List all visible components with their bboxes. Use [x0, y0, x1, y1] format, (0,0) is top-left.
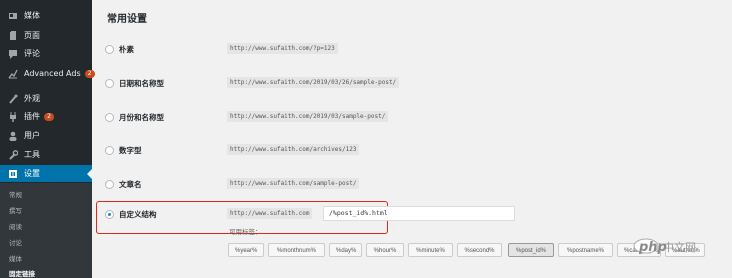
option-label-day-name: 日期和名称型 — [119, 79, 164, 88]
option-example-url: http://www.sufaith.com/2019/03/26/sample… — [227, 77, 400, 88]
tag-button-post-id[interactable]: %post_id% — [508, 243, 554, 257]
pages-icon — [8, 30, 18, 41]
tag-button-hour[interactable]: %hour% — [366, 243, 404, 257]
option-example-url: http://www.sufaith.com/2019/03/sample-po… — [227, 111, 389, 122]
option-example-url: http://www.sufaith.com/archives/123 — [227, 144, 360, 155]
tag-button-year[interactable]: %year% — [228, 243, 264, 257]
tag-button-second[interactable]: %second% — [457, 243, 502, 257]
sidebar-item-label: 页面 — [24, 31, 40, 40]
admin-sidebar: 媒体 页面 评论 Advanced Ads 2 外观 插件 2 用户 工具 设置… — [0, 0, 95, 278]
wrench-icon — [8, 149, 18, 160]
sidebar-item-label: 用户 — [24, 131, 40, 140]
sidebar-item-label: 工具 — [24, 150, 40, 159]
submenu-item-reading[interactable]: 阅读 — [9, 221, 22, 231]
settings-submenu: 常规 撰写 阅读 讨论 媒体 固定链接 — [0, 183, 92, 278]
sidebar-item-comments[interactable]: 评论 — [0, 45, 92, 62]
sidebar-item-plugins[interactable]: 插件 2 — [0, 108, 92, 125]
tag-button-monthnum[interactable]: %monthnum% — [268, 243, 325, 257]
radio-plain[interactable] — [105, 45, 114, 54]
paintbrush-icon — [8, 94, 18, 104]
notification-badge: 2 — [84, 69, 95, 78]
radio-day-name[interactable] — [105, 79, 114, 88]
tag-button-postname[interactable]: %postname% — [558, 243, 613, 257]
option-example-url: http://www.sufaith.com/?p=123 — [227, 43, 338, 54]
sidebar-item-label: 媒体 — [24, 11, 40, 20]
php-cn-watermark: php 中文网 — [633, 234, 732, 260]
watermark-site: php — [639, 239, 667, 255]
media-icon — [8, 11, 18, 21]
section-title: 常用设置 — [107, 14, 147, 25]
submenu-item-media[interactable]: 媒体 — [9, 253, 22, 263]
settings-icon — [8, 169, 18, 179]
sidebar-item-users[interactable]: 用户 — [0, 127, 92, 144]
advanced-ads-icon — [8, 69, 18, 79]
user-icon — [8, 131, 18, 141]
sidebar-item-advanced-ads[interactable]: Advanced Ads 2 — [0, 65, 95, 82]
submenu-item-writing[interactable]: 撰写 — [9, 205, 22, 215]
radio-numeric[interactable] — [105, 146, 114, 155]
submenu-item-discussion[interactable]: 讨论 — [9, 237, 22, 247]
tag-button-minute[interactable]: %minute% — [408, 243, 453, 257]
option-example-url: http://www.sufaith.com/sample-post/ — [227, 178, 360, 189]
radio-month-name[interactable] — [105, 113, 114, 122]
option-label-post-name: 文章名 — [119, 180, 142, 189]
radio-custom-structure[interactable] — [105, 210, 114, 219]
notification-badge: 2 — [44, 112, 54, 121]
sidebar-item-label: 插件 — [24, 112, 40, 121]
option-label-plain: 朴素 — [119, 45, 134, 54]
submenu-item-general[interactable]: 常规 — [9, 189, 22, 199]
sidebar-item-label: 设置 — [24, 169, 40, 178]
option-label-month-name: 月份和名称型 — [119, 113, 164, 122]
sidebar-item-label: 外观 — [24, 94, 40, 103]
submenu-item-permalinks[interactable]: 固定链接 — [9, 268, 35, 278]
custom-structure-input[interactable]: /%post_id%.html — [323, 206, 515, 221]
plugin-icon — [8, 111, 18, 122]
sidebar-item-settings[interactable]: 设置 — [0, 165, 92, 182]
option-label-numeric: 数字型 — [119, 146, 142, 155]
sidebar-item-label: 评论 — [24, 49, 40, 58]
available-tags-label: 可用标签： — [229, 228, 262, 236]
option-label-custom-structure: 自定义结构 — [119, 210, 157, 219]
watermark-suffix: 中文网 — [663, 241, 696, 254]
comments-icon — [8, 49, 18, 59]
sidebar-item-appearance[interactable]: 外观 — [0, 90, 92, 107]
custom-structure-base-url: http://www.sufaith.com — [227, 208, 313, 219]
sidebar-item-label: Advanced Ads — [24, 69, 81, 78]
sidebar-item-pages[interactable]: 页面 — [0, 27, 92, 44]
sidebar-item-tools[interactable]: 工具 — [0, 146, 92, 163]
tag-button-day[interactable]: %day% — [329, 243, 362, 257]
sidebar-item-media[interactable]: 媒体 — [0, 7, 92, 24]
radio-post-name[interactable] — [105, 180, 114, 189]
